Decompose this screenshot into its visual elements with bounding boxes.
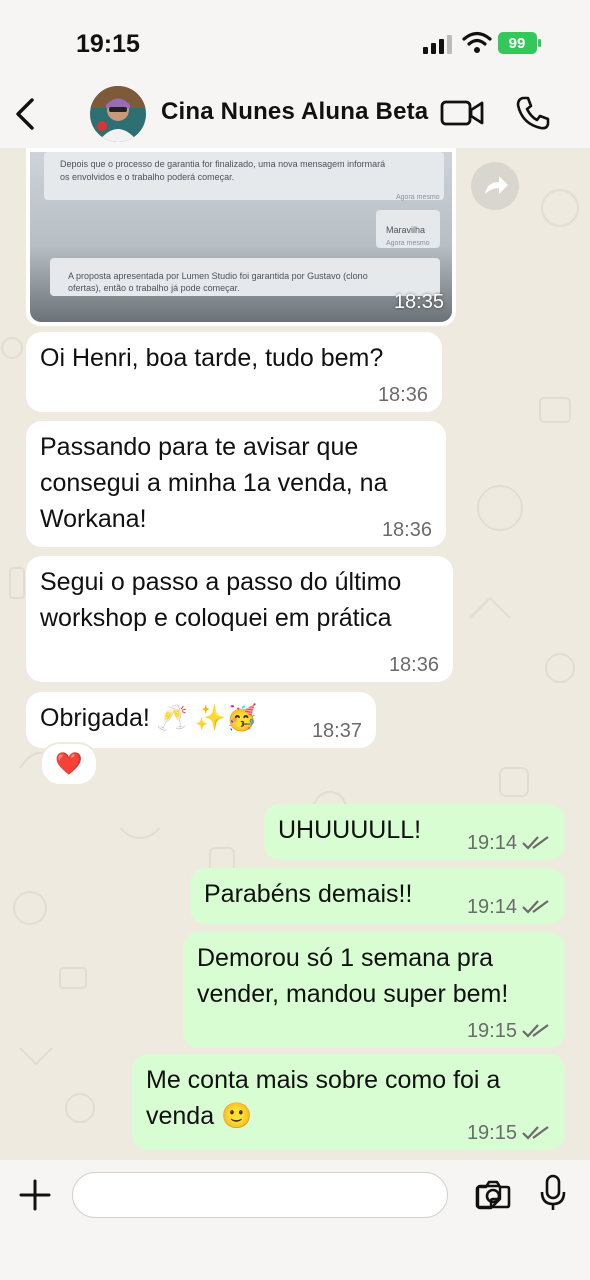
incoming-message[interactable]: Oi Henri, boa tarde, tudo bem? 18:36	[26, 332, 442, 412]
composer-bar	[0, 1160, 590, 1280]
double-check-icon	[522, 1126, 549, 1140]
double-check-icon	[522, 1024, 549, 1038]
outgoing-message[interactable]: UHUUUULL! 19:14	[264, 804, 565, 860]
screenshot-line: os envolvidos e o trabalho poderá começa…	[60, 172, 235, 182]
message-time: 18:36	[381, 519, 432, 541]
message-time: 18:36	[377, 384, 428, 406]
incoming-message[interactable]: Obrigada! 🥂 ✨🥳 18:37	[26, 692, 376, 748]
screenshot-line: Agora mesmo	[386, 240, 430, 247]
message-time: 18:37	[311, 720, 362, 742]
incoming-message[interactable]: Passando para te avisar que consegui a m…	[26, 421, 446, 547]
outgoing-message[interactable]: Me conta mais sobre como foi a venda 🙂 1…	[132, 1054, 565, 1150]
screenshot-line: Maravilha	[386, 225, 426, 235]
screenshot-line: Depois que o processo de garantia for fi…	[60, 159, 386, 169]
double-check-icon	[522, 836, 549, 850]
screenshot-line: A proposta apresentada por Lumen Studio …	[68, 271, 368, 281]
message-list[interactable]: Depois que o processo de garantia for fi…	[0, 148, 590, 1160]
incoming-message[interactable]: Segui o passo a passo do último workshop…	[26, 556, 453, 682]
message-text: Segui o passo a passo do último workshop…	[40, 568, 402, 632]
shared-screenshot-image[interactable]: Depois que o processo de garantia for fi…	[30, 152, 452, 322]
message-time: 18:36	[388, 654, 439, 676]
avatar[interactable]	[90, 86, 146, 142]
microphone-icon[interactable]	[540, 1174, 566, 1212]
chat-header: Cina Nunes Aluna Beta	[0, 80, 590, 149]
contact-name[interactable]: Cina Nunes Aluna Beta	[161, 98, 428, 126]
outgoing-message[interactable]: Demorou só 1 semana pra vender, mandou s…	[183, 932, 565, 1048]
message-time: 18:35	[393, 291, 444, 313]
screenshot-line: ofertas), então o trabalho já pode começ…	[68, 283, 240, 293]
message-text: Passando para te avisar que consegui a m…	[40, 433, 388, 533]
video-camera-icon[interactable]	[440, 97, 484, 129]
status-bar: 19:15 99	[0, 0, 590, 80]
battery-icon: 99	[498, 32, 541, 54]
message-time: 19:14	[466, 896, 517, 918]
message-input[interactable]	[89, 1181, 393, 1211]
heart-reaction[interactable]: ❤️	[40, 742, 98, 786]
forward-icon[interactable]	[471, 162, 519, 210]
message-status: 19:14	[467, 896, 551, 918]
image-message[interactable]: Depois que o processo de garantia for fi…	[26, 148, 456, 326]
message-status: 19:15	[467, 1020, 551, 1042]
message-time: 19:15	[466, 1020, 517, 1042]
double-check-icon	[522, 900, 549, 914]
message-status: 19:14	[467, 832, 551, 854]
message-text: Demorou só 1 semana pra vender, mandou s…	[197, 944, 509, 1008]
wifi-icon	[462, 31, 492, 53]
chevron-left-icon[interactable]	[10, 94, 40, 134]
message-time: 19:14	[466, 832, 517, 854]
phone-icon[interactable]	[514, 94, 552, 132]
battery-level: 99	[509, 35, 526, 52]
screenshot-line: Agora mesmo	[396, 194, 440, 201]
outgoing-message[interactable]: Parabéns demais!! 19:14	[190, 868, 565, 924]
message-status: 19:15	[467, 1122, 551, 1144]
message-time: 19:15	[466, 1122, 517, 1144]
plus-icon[interactable]	[18, 1178, 52, 1212]
message-input-box[interactable]	[72, 1172, 502, 1218]
status-time: 19:15	[76, 30, 140, 58]
camera-icon[interactable]	[475, 1178, 511, 1210]
cellular-signal-icon	[423, 35, 452, 54]
message-text: Oi Henri, boa tarde, tudo bem?	[40, 344, 384, 372]
